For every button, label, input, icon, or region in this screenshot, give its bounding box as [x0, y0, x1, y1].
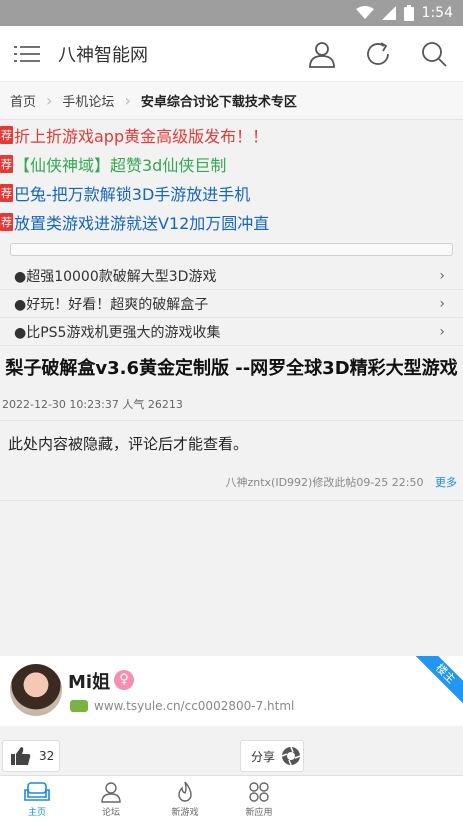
recommend-badge: 荐 [0, 125, 13, 144]
tab-forum-label: 论坛 [101, 808, 120, 818]
author-name[interactable]: Mi姐 [68, 668, 110, 694]
tab-new-games-label: 新游戏 [171, 808, 199, 818]
floor-label: 楼主 [415, 656, 463, 704]
wifi-icon [355, 6, 374, 19]
chevron-right-icon: › [439, 295, 445, 312]
post-meta: 2022-12-30 10:23:37 人气 26213 [0, 388, 463, 421]
like-button[interactable]: 32 [2, 740, 60, 772]
promo-link[interactable]: 荐 【仙侠神域】超赞3d仙侠巨制 [0, 149, 463, 178]
list-item[interactable]: ●比PS5游戏机更强大的游戏收集 › [0, 318, 463, 346]
post-title: 梨子破解盒v3.6黄金定制版 --网罗全球3D精彩大型游戏 [5, 358, 458, 379]
app-header: 八神智能网 [0, 26, 463, 82]
chevron-right-icon: › [439, 267, 445, 284]
recommend-badge: 荐 [0, 183, 13, 202]
promo-text: 放置类游戏进游就送V12加万圆冲直 [14, 213, 270, 233]
avatar[interactable] [10, 664, 62, 716]
tab-new-apps-label: 新应用 [245, 808, 273, 818]
chevron-right-icon: › [46, 91, 53, 110]
menu-icon[interactable] [14, 41, 40, 67]
more-link[interactable]: 更多 [435, 476, 457, 489]
search-strip[interactable] [10, 243, 453, 256]
battery-icon [403, 5, 414, 21]
promo-link[interactable]: 荐 巴兔-把万款解锁3D手游放进手机 [0, 178, 463, 207]
user-icon [101, 782, 121, 803]
author-url[interactable]: www.tsyule.cn/cc0002800-7.html [94, 699, 294, 713]
list-item-label: ●好玩！好看！超爽的破解盒子 [14, 296, 209, 313]
edit-note-text: 八神zntx(ID992)修改此帖09-25 22:50 [225, 476, 424, 489]
chevron-right-icon: › [124, 91, 131, 110]
breadcrumb-current[interactable]: 安卓综合讨论下载技术专区 [141, 91, 297, 110]
user-icon[interactable] [307, 39, 337, 69]
app-title: 八神智能网 [58, 44, 148, 66]
list-item-label: ●比PS5游戏机更强大的游戏收集 [14, 324, 221, 341]
breadcrumb: 首页 › 手机论坛 › 安卓综合讨论下载技术专区 [0, 82, 463, 120]
search-icon[interactable] [419, 39, 449, 69]
floor-ribbon: 楼主 [415, 656, 463, 704]
sofa-icon [24, 782, 50, 801]
breadcrumb-home[interactable]: 首页 [10, 91, 36, 110]
thumbs-up-icon [11, 747, 31, 765]
signal-icon [381, 6, 396, 20]
female-icon: ♀ [114, 670, 134, 690]
tab-home-label: 主页 [27, 808, 46, 818]
recommend-badge: 荐 [0, 212, 13, 231]
post-body: 此处内容被隐藏，评论后才能查看。 [8, 435, 249, 453]
promo-text: 折上折游戏app黄金高级版发布！！ [14, 126, 269, 146]
status-bar: 1:54 [0, 0, 463, 26]
share-icon [281, 746, 301, 766]
tab-new-games[interactable]: 新游戏 [148, 776, 222, 823]
flame-icon [178, 781, 192, 802]
promo-link[interactable]: 荐 放置类游戏进游就送V12加万圆冲直 [0, 207, 463, 236]
promo-text: 【仙侠神域】超赞3d仙侠巨制 [14, 155, 227, 175]
bottom-tab-bar: 主页 论坛 新游戏 新应用 [0, 775, 463, 823]
action-row: 32 分享 [0, 740, 463, 774]
like-count: 32 [39, 749, 55, 763]
site-badge-icon [70, 700, 88, 712]
list-item[interactable]: ●超强10000款破解大型3D游戏 › [0, 262, 463, 290]
recommend-badge: 荐 [0, 154, 13, 173]
tab-forum[interactable]: 论坛 [74, 776, 148, 823]
refresh-icon[interactable] [363, 39, 393, 69]
tab-new-apps[interactable]: 新应用 [222, 776, 296, 823]
share-button[interactable]: 分享 [240, 740, 304, 772]
promo-link[interactable]: 荐 折上折游戏app黄金高级版发布！！ [0, 120, 463, 149]
tab-home[interactable]: 主页 [0, 776, 74, 823]
promo-text: 巴兔-把万款解锁3D手游放进手机 [14, 184, 251, 204]
chevron-right-icon: › [439, 323, 445, 340]
author-card: Mi姐 ♀ www.tsyule.cn/cc0002800-7.html 楼主 [0, 656, 463, 726]
list-item[interactable]: ●好玩！好看！超爽的破解盒子 › [0, 290, 463, 318]
share-label: 分享 [251, 749, 276, 764]
apps-grid-icon [249, 782, 269, 802]
breadcrumb-forum[interactable]: 手机论坛 [62, 91, 114, 110]
status-time: 1:54 [421, 5, 453, 21]
list-item-label: ●超强10000款破解大型3D游戏 [14, 268, 217, 285]
edit-note: 八神zntx(ID992)修改此帖09-25 22:50 更多 [0, 466, 463, 501]
